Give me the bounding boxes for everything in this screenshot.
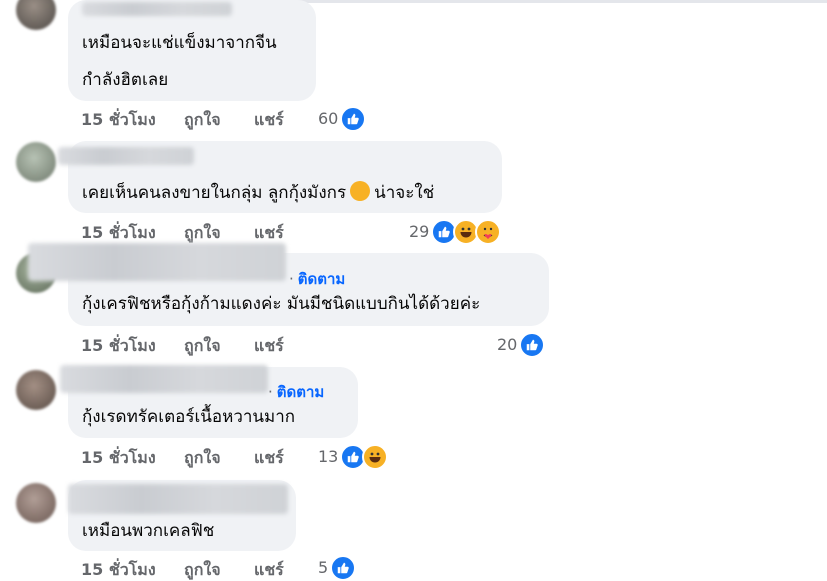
like-button[interactable]: ถูกใจ xyxy=(184,447,221,469)
comment-text-line: กุ้งเรดทรัคเตอร์เนื้อหวานมาก xyxy=(82,407,296,427)
like-button[interactable]: ถูกใจ xyxy=(184,335,221,357)
commenter-name-redacted[interactable] xyxy=(60,365,268,393)
timestamp-link[interactable]: 15 ชั่วโมง xyxy=(81,447,156,469)
reaction-summary[interactable]: 13 xyxy=(318,444,389,470)
timestamp-link[interactable]: 15 ชั่วโมง xyxy=(81,222,156,244)
reaction-count: 60 xyxy=(318,109,339,128)
like-icon xyxy=(330,555,357,581)
timestamp-link[interactable]: 15 ชั่วโมง xyxy=(81,559,156,581)
comment-actions: 15 ชั่วโมง ถูกใจ แชร์ xyxy=(81,222,381,244)
reaction-count: 29 xyxy=(409,222,430,241)
comment-text: เคยเห็นคนลงขายในกลุ่ม ลูกกุ้งมังกร xyxy=(82,183,347,203)
top-divider xyxy=(236,0,827,3)
reaction-summary[interactable]: 5 xyxy=(318,555,357,581)
avatar[interactable] xyxy=(16,0,56,30)
comment-actions: 15 ชั่วโมง ถูกใจ แชร์ xyxy=(81,335,381,357)
haha-icon xyxy=(362,444,389,470)
like-icon xyxy=(519,332,546,358)
follow-label[interactable]: ติดตาม xyxy=(298,270,346,288)
timestamp-link[interactable]: 15 ชั่วโมง xyxy=(81,335,156,357)
avatar[interactable] xyxy=(16,370,56,410)
like-icon xyxy=(340,106,367,132)
commenter-name-redacted[interactable] xyxy=(68,484,288,514)
timestamp-link[interactable]: 15 ชั่วโมง xyxy=(81,109,156,131)
comment-text-line: เหมือนจะแช่แข็งมาจากจีน xyxy=(82,33,277,53)
comment-text-line: กุ้งเครฟิชหรือกุ้งก้ามแดงค่ะ มันมีชนิดแบ… xyxy=(82,294,481,314)
comment-text: น่าจะใช่ xyxy=(374,183,435,203)
share-button[interactable]: แชร์ xyxy=(254,109,284,131)
comment-text-line: กำลังฮิตเลย xyxy=(82,70,169,90)
comment-bubble: เคยเห็นคนลงขายในกลุ่ม ลูกกุ้งมังกร น่าจะใ… xyxy=(58,141,502,213)
share-button[interactable]: แชร์ xyxy=(254,335,284,357)
separator-dot: · xyxy=(289,270,294,288)
reaction-count: 20 xyxy=(497,335,518,354)
avatar[interactable] xyxy=(16,142,56,182)
comment-bubble: เหมือนพวกเคลฟิช xyxy=(68,480,296,551)
care-icon xyxy=(475,219,502,245)
reaction-summary[interactable]: 60 xyxy=(318,106,367,132)
comment-text-line: เหมือนพวกเคลฟิช xyxy=(82,521,215,541)
share-button[interactable]: แชร์ xyxy=(254,222,284,244)
follow-link[interactable]: · ติดตาม xyxy=(268,380,324,404)
reaction-summary[interactable]: 20 xyxy=(497,332,546,358)
comment-text-line: เคยเห็นคนลงขายในกลุ่ม ลูกกุ้งมังกร น่าจะใ… xyxy=(82,181,434,204)
separator-dot: · xyxy=(268,383,273,401)
share-button[interactable]: แชร์ xyxy=(254,559,284,581)
follow-label[interactable]: ติดตาม xyxy=(277,383,325,401)
reaction-count: 5 xyxy=(318,558,329,577)
like-button[interactable]: ถูกใจ xyxy=(184,109,221,131)
commenter-name-redacted[interactable] xyxy=(28,243,286,281)
laughing-emoji-icon xyxy=(350,181,371,201)
follow-link[interactable]: · ติดตาม xyxy=(289,267,345,291)
reaction-count: 13 xyxy=(318,447,339,466)
share-button[interactable]: แชร์ xyxy=(254,447,284,469)
commenter-name-redacted[interactable] xyxy=(58,147,194,165)
comment-bubble: · ติดตาม กุ้งเรดทรัคเตอร์เนื้อหวานมาก xyxy=(60,365,358,438)
like-button[interactable]: ถูกใจ xyxy=(184,222,221,244)
avatar[interactable] xyxy=(16,483,56,523)
comment-bubble: เหมือนจะแช่แข็งมาจากจีน กำลังฮิตเลย xyxy=(68,0,316,101)
commenter-name-redacted[interactable] xyxy=(82,2,232,16)
comment-bubble: · ติดตาม กุ้งเครฟิชหรือกุ้งก้ามแดงค่ะ มัน… xyxy=(28,243,549,326)
like-button[interactable]: ถูกใจ xyxy=(184,559,221,581)
reaction-summary[interactable]: 29 xyxy=(409,219,502,245)
